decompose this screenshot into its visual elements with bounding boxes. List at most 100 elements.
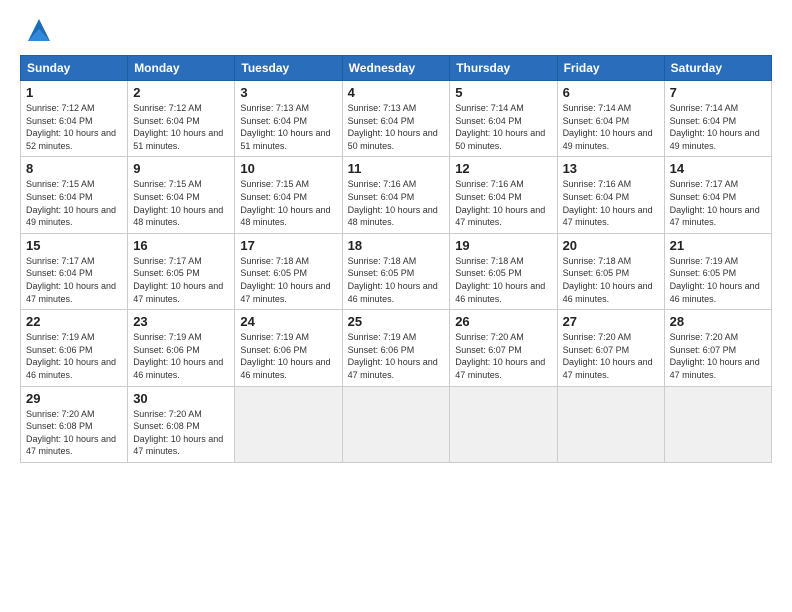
table-row: 3 Sunrise: 7:13 AMSunset: 6:04 PMDaylight…: [235, 81, 342, 157]
day-number: 20: [563, 238, 659, 253]
table-row: 6Sunrise: 7:14 AMSunset: 6:04 PMDaylight…: [557, 81, 664, 157]
sunrise-text: Sunrise: 7:14 AM: [670, 103, 739, 113]
day-number: 24: [240, 314, 336, 329]
daylight-text: Daylight: 10 hours and 47 minutes.: [26, 281, 116, 304]
day-number: 5: [455, 85, 551, 100]
table-row: 18Sunrise: 7:18 AMSunset: 6:05 PMDayligh…: [342, 233, 450, 309]
header-saturday: Saturday: [664, 56, 771, 81]
logo: [20, 15, 54, 45]
day-info: Sunrise: 7:19 AMSunset: 6:06 PMDaylight:…: [348, 331, 445, 381]
sunset-text: Sunset: 6:04 PM: [670, 116, 737, 126]
table-row: 30Sunrise: 7:20 AMSunset: 6:08 PMDayligh…: [128, 386, 235, 462]
day-number: 16: [133, 238, 229, 253]
sunset-text: Sunset: 6:05 PM: [240, 268, 307, 278]
day-number: 29: [26, 391, 122, 406]
header-wednesday: Wednesday: [342, 56, 450, 81]
day-info: Sunrise: 7:13 AMSunset: 6:04 PMDaylight:…: [348, 102, 445, 152]
logo-text: [20, 15, 54, 45]
header: [20, 15, 772, 45]
sunset-text: Sunset: 6:07 PM: [455, 345, 522, 355]
sunset-text: Sunset: 6:04 PM: [563, 192, 630, 202]
daylight-text: Daylight: 10 hours and 46 minutes.: [348, 281, 438, 304]
daylight-text: Daylight: 10 hours and 52 minutes.: [26, 128, 116, 151]
day-info: Sunrise: 7:13 AMSunset: 6:04 PMDaylight:…: [240, 102, 336, 152]
header-thursday: Thursday: [450, 56, 557, 81]
table-row: 19Sunrise: 7:18 AMSunset: 6:05 PMDayligh…: [450, 233, 557, 309]
day-number: 25: [348, 314, 445, 329]
sunrise-text: Sunrise: 7:14 AM: [563, 103, 632, 113]
sunset-text: Sunset: 6:05 PM: [563, 268, 630, 278]
day-info: Sunrise: 7:19 AMSunset: 6:06 PMDaylight:…: [133, 331, 229, 381]
daylight-text: Daylight: 10 hours and 47 minutes.: [240, 281, 330, 304]
sunset-text: Sunset: 6:04 PM: [133, 192, 200, 202]
header-tuesday: Tuesday: [235, 56, 342, 81]
day-number: 22: [26, 314, 122, 329]
day-number: 27: [563, 314, 659, 329]
day-number: 4: [348, 85, 445, 100]
day-number: 12: [455, 161, 551, 176]
table-row: 16Sunrise: 7:17 AMSunset: 6:05 PMDayligh…: [128, 233, 235, 309]
daylight-text: Daylight: 10 hours and 47 minutes.: [563, 205, 653, 228]
header-sunday: Sunday: [21, 56, 128, 81]
sunset-text: Sunset: 6:06 PM: [133, 345, 200, 355]
sunrise-text: Sunrise: 7:14 AM: [455, 103, 524, 113]
table-row: 27Sunrise: 7:20 AMSunset: 6:07 PMDayligh…: [557, 310, 664, 386]
table-row: 8Sunrise: 7:15 AMSunset: 6:04 PMDaylight…: [21, 157, 128, 233]
table-row: 20Sunrise: 7:18 AMSunset: 6:05 PMDayligh…: [557, 233, 664, 309]
day-info: Sunrise: 7:16 AMSunset: 6:04 PMDaylight:…: [455, 178, 551, 228]
day-info: Sunrise: 7:14 AMSunset: 6:04 PMDaylight:…: [670, 102, 766, 152]
day-info: Sunrise: 7:19 AMSunset: 6:06 PMDaylight:…: [26, 331, 122, 381]
sunrise-text: Sunrise: 7:16 AM: [455, 179, 524, 189]
sunrise-text: Sunrise: 7:15 AM: [133, 179, 202, 189]
daylight-text: Daylight: 10 hours and 47 minutes.: [670, 205, 760, 228]
daylight-text: Daylight: 10 hours and 49 minutes.: [563, 128, 653, 151]
table-row: 23Sunrise: 7:19 AMSunset: 6:06 PMDayligh…: [128, 310, 235, 386]
table-row: 28Sunrise: 7:20 AMSunset: 6:07 PMDayligh…: [664, 310, 771, 386]
day-info: Sunrise: 7:20 AMSunset: 6:08 PMDaylight:…: [26, 408, 122, 458]
sunrise-text: Sunrise: 7:19 AM: [133, 332, 202, 342]
sunrise-text: Sunrise: 7:17 AM: [26, 256, 95, 266]
day-number: 13: [563, 161, 659, 176]
day-number: 21: [670, 238, 766, 253]
table-row: 13Sunrise: 7:16 AMSunset: 6:04 PMDayligh…: [557, 157, 664, 233]
day-info: Sunrise: 7:12 AMSunset: 6:04 PMDaylight:…: [26, 102, 122, 152]
sunrise-text: Sunrise: 7:15 AM: [26, 179, 95, 189]
sunset-text: Sunset: 6:04 PM: [133, 116, 200, 126]
day-info: Sunrise: 7:15 AMSunset: 6:04 PMDaylight:…: [26, 178, 122, 228]
day-info: Sunrise: 7:18 AMSunset: 6:05 PMDaylight:…: [240, 255, 336, 305]
logo-icon: [24, 15, 54, 45]
sunrise-text: Sunrise: 7:19 AM: [240, 332, 309, 342]
day-info: Sunrise: 7:19 AMSunset: 6:06 PMDaylight:…: [240, 331, 336, 381]
sunset-text: Sunset: 6:04 PM: [240, 116, 307, 126]
sunset-text: Sunset: 6:04 PM: [240, 192, 307, 202]
day-number: 7: [670, 85, 766, 100]
sunrise-text: Sunrise: 7:17 AM: [133, 256, 202, 266]
sunrise-text: Sunrise: 7:18 AM: [455, 256, 524, 266]
daylight-text: Daylight: 10 hours and 50 minutes.: [455, 128, 545, 151]
calendar-header-row: Sunday Monday Tuesday Wednesday Thursday…: [21, 56, 772, 81]
day-info: Sunrise: 7:18 AMSunset: 6:05 PMDaylight:…: [563, 255, 659, 305]
day-number: 14: [670, 161, 766, 176]
table-row: 11Sunrise: 7:16 AMSunset: 6:04 PMDayligh…: [342, 157, 450, 233]
day-info: Sunrise: 7:16 AMSunset: 6:04 PMDaylight:…: [348, 178, 445, 228]
day-number: 9: [133, 161, 229, 176]
sunrise-text: Sunrise: 7:19 AM: [670, 256, 739, 266]
sunset-text: Sunset: 6:04 PM: [26, 116, 93, 126]
day-number: 17: [240, 238, 336, 253]
sunrise-text: Sunrise: 7:18 AM: [563, 256, 632, 266]
header-friday: Friday: [557, 56, 664, 81]
table-row: 5Sunrise: 7:14 AMSunset: 6:04 PMDaylight…: [450, 81, 557, 157]
day-info: Sunrise: 7:15 AMSunset: 6:04 PMDaylight:…: [133, 178, 229, 228]
sunrise-text: Sunrise: 7:20 AM: [670, 332, 739, 342]
daylight-text: Daylight: 10 hours and 46 minutes.: [240, 357, 330, 380]
sunset-text: Sunset: 6:04 PM: [26, 192, 93, 202]
day-info: Sunrise: 7:18 AMSunset: 6:05 PMDaylight:…: [348, 255, 445, 305]
day-number: 8: [26, 161, 122, 176]
daylight-text: Daylight: 10 hours and 50 minutes.: [348, 128, 438, 151]
sunset-text: Sunset: 6:04 PM: [563, 116, 630, 126]
day-number: 3: [240, 85, 336, 100]
sunset-text: Sunset: 6:05 PM: [133, 268, 200, 278]
day-info: Sunrise: 7:20 AMSunset: 6:08 PMDaylight:…: [133, 408, 229, 458]
table-row: 29 Sunrise: 7:20 AMSunset: 6:08 PMDayligh…: [21, 386, 128, 462]
table-row: 22 Sunrise: 7:19 AMSunset: 6:06 PMDayligh…: [21, 310, 128, 386]
